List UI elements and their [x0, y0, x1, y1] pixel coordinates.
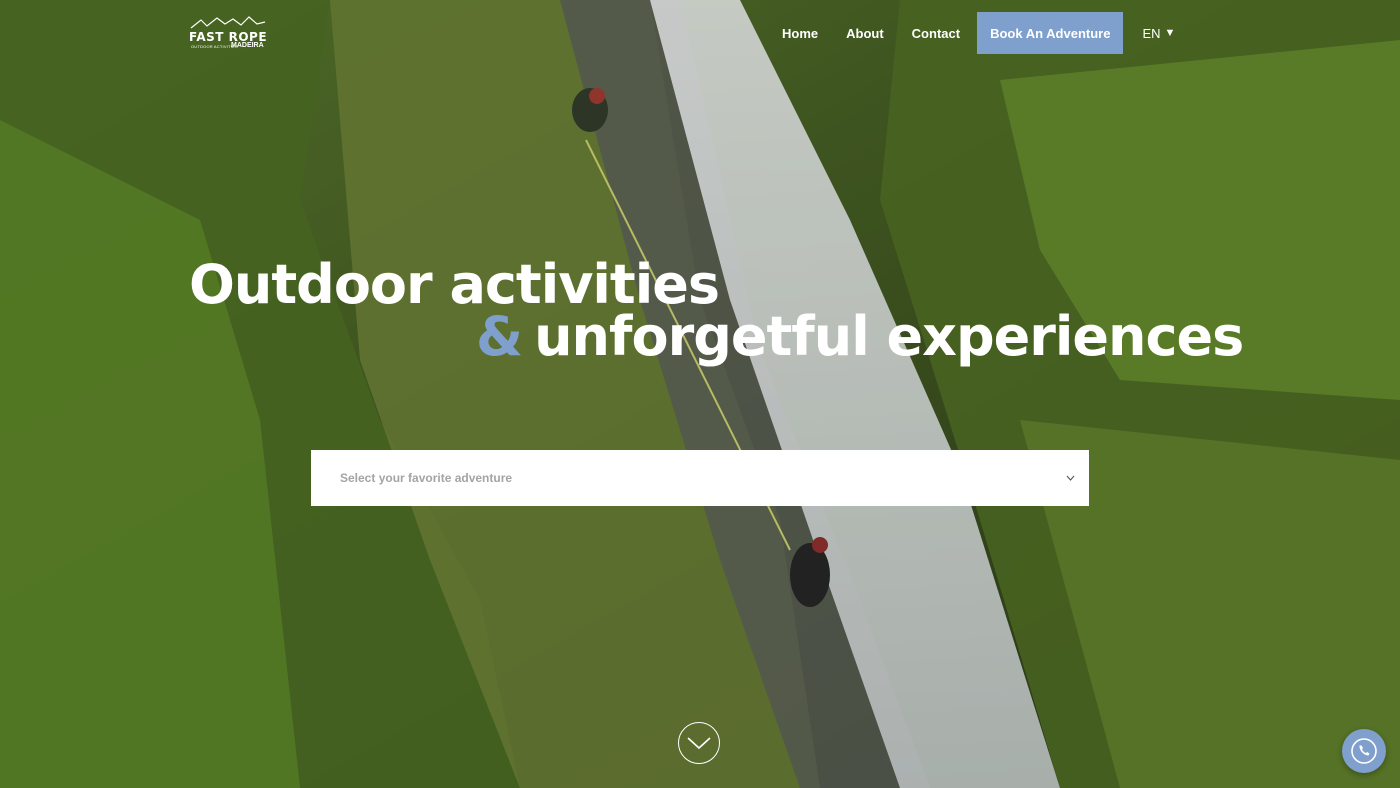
headline-line-2-text: unforgetful experiences: [534, 305, 1244, 368]
book-adventure-button[interactable]: Book An Adventure: [977, 12, 1124, 54]
nav-about[interactable]: About: [832, 26, 898, 41]
main-nav: Home About Contact Book An Adventure EN …: [768, 12, 1175, 54]
hero-overlay: [0, 0, 1400, 788]
nav-home[interactable]: Home: [768, 26, 832, 41]
nav-contact[interactable]: Contact: [898, 26, 974, 41]
headline-line-2: & unforgetful experiences: [476, 302, 1244, 372]
language-switcher[interactable]: EN ▼: [1142, 26, 1175, 41]
chevron-down-icon: [1066, 473, 1075, 484]
headline-ampersand: &: [476, 305, 523, 368]
call-button[interactable]: [1342, 729, 1386, 773]
logo-region: MADEIRA: [231, 42, 264, 49]
scroll-down-button[interactable]: [678, 722, 720, 764]
hero-headline: Outdoor activities & unforgetful experien…: [189, 250, 1244, 368]
language-label: EN: [1142, 25, 1161, 41]
phone-icon: [1351, 738, 1377, 764]
chevron-down-icon: [687, 737, 711, 750]
adventure-select[interactable]: Select your favorite adventure: [311, 450, 1089, 506]
caret-down-icon: ▼: [1164, 27, 1176, 39]
adventure-select-placeholder: Select your favorite adventure: [340, 471, 513, 485]
brand-logo[interactable]: FAST ROPE OUTDOOR ACTIVITIES MADEIRA: [189, 16, 269, 54]
